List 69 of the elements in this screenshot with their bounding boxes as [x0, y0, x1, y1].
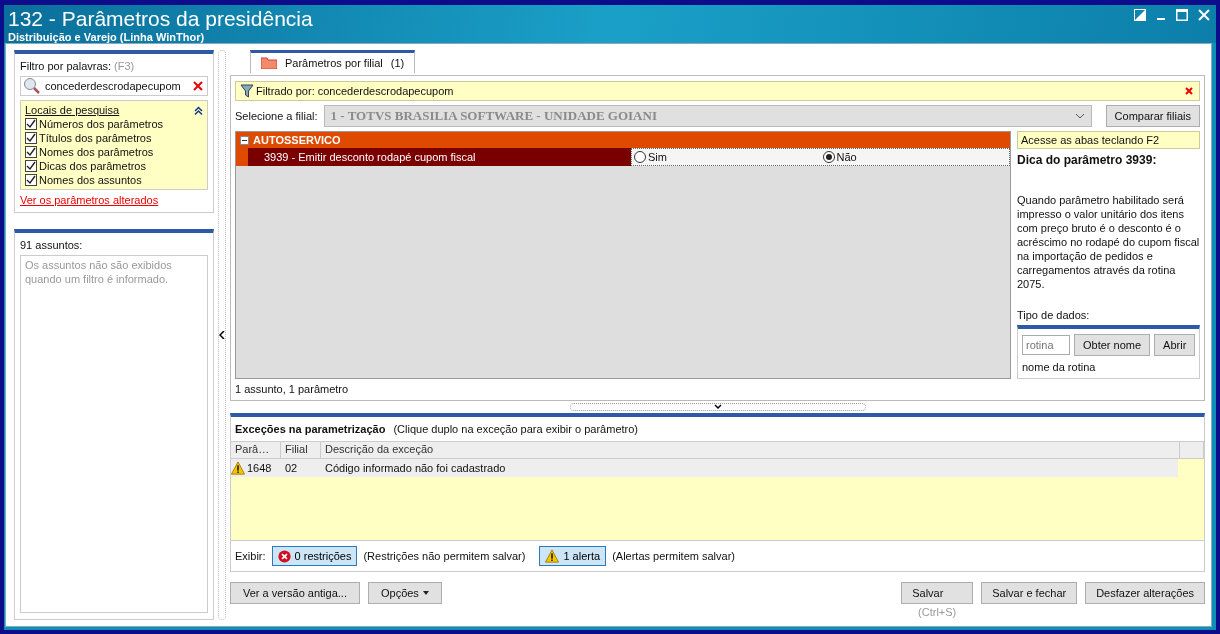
chevron-down-icon	[713, 404, 722, 410]
funnel-icon	[240, 84, 254, 98]
data-type-label: Tipo de dados:	[1017, 309, 1091, 321]
toggle-note: (Alertas permitem salvar)	[612, 550, 735, 562]
column-header[interactable]: Descrição da exceção	[321, 442, 1180, 458]
magnifier-icon	[23, 77, 41, 95]
subjects-count: 91 assuntos:	[20, 239, 84, 251]
clear-icon[interactable]	[193, 81, 203, 91]
table-cell: 02	[285, 462, 298, 474]
radio-option[interactable]: Sim	[632, 151, 669, 163]
chevron-left-icon	[219, 331, 225, 339]
warning-icon	[545, 549, 560, 563]
checkbox[interactable]	[25, 118, 37, 130]
tab[interactable]: Parâmetros por filial (1)	[250, 50, 416, 73]
routine-button[interactable]: Abrir	[1154, 334, 1196, 356]
shortcut-hint: (Ctrl+S)	[918, 606, 957, 618]
hint-title: Dica do parâmetro 3939:	[1017, 153, 1158, 167]
footer-button[interactable]: Salvar e fechar	[981, 582, 1078, 604]
shortcut-note: Acesse as abas teclando F2	[1017, 131, 1200, 149]
summary-text: 1 assunto, 1 parâmetro	[235, 383, 350, 395]
show-label: Exibir:	[235, 550, 266, 562]
options-menu-button[interactable]: Opções	[367, 582, 442, 604]
group-header[interactable]: AUTOSSERVICO	[236, 132, 1010, 148]
filter-toggle-button[interactable]: 1 alerta	[539, 546, 607, 566]
table-cell: 1648	[247, 462, 272, 474]
restore-layout-icon[interactable]	[1134, 9, 1146, 21]
changed-parameters-link[interactable]: Ver os parâmetros alterados	[20, 194, 208, 206]
locations-title: Locais de pesquisa	[25, 104, 120, 116]
checkbox[interactable]	[25, 174, 37, 186]
window-subtitle: Distribuição e Varejo (Linha WinThor)	[8, 31, 206, 43]
routine-button[interactable]: Obter nome	[1074, 334, 1151, 356]
close-icon[interactable]	[1185, 87, 1193, 95]
branch-label: Selecione a filial:	[235, 110, 318, 122]
collapse-icon[interactable]	[194, 105, 203, 115]
collapse-icon	[240, 135, 249, 145]
caret-icon	[422, 591, 429, 595]
maximize-icon[interactable]	[1176, 9, 1188, 21]
footer-button[interactable]: Salvar	[901, 582, 974, 604]
filter-text: Filtrado por: concederdescrodapecupom	[256, 85, 454, 97]
checkbox[interactable]	[25, 132, 37, 144]
checkbox[interactable]	[25, 160, 37, 172]
exceptions-title: Exceções na parametrização	[235, 423, 386, 435]
column-header[interactable]: Filial	[281, 442, 321, 458]
checkbox-label: Números dos parâmetros	[39, 118, 164, 130]
hint-text: Quando parâmetro habilitado será impresso o valor unitário dos itens com preço bruto é o desconto é o acréscimo no rodapé do cupom fiscal na importação de pedidos e carregamentos através da rotina 2075.	[1017, 193, 1200, 292]
shortcut-hint: (F3)	[114, 60, 135, 72]
warning-icon	[231, 461, 245, 475]
checkbox[interactable]	[25, 146, 37, 158]
filter-toggle-button[interactable]: 0 restrições	[271, 546, 358, 566]
table-cell: Código informado não foi cadastrado	[325, 462, 506, 474]
checkbox-label: Dicas dos parâmetros	[39, 160, 146, 172]
toggle-note: (Restrições não permitem salvar)	[363, 550, 526, 562]
folder-icon	[261, 57, 277, 69]
exceptions-hint: (Clique duplo na exceção para exibir o parâmetro)	[393, 423, 638, 435]
filter-label: Filtro por palavras:	[20, 60, 112, 72]
checkbox-label: Nomes dos parâmetros	[39, 146, 154, 158]
window-title: 132 - Parâmetros da presidência	[8, 7, 313, 31]
checkbox-label: Títulos dos parâmetros	[39, 132, 152, 144]
routine-field[interactable]: rotina	[1022, 335, 1070, 355]
subjects-message: Os assuntos não são exibidos quando um filtro é informado.	[25, 259, 172, 285]
checkbox-label: Nomes dos assuntos	[39, 174, 142, 186]
search-field[interactable]: concederdescrodapecupom	[20, 76, 208, 96]
footer-button[interactable]: Desfazer alterações	[1085, 582, 1205, 604]
routine-name: nome da rotina	[1022, 361, 1097, 373]
column-header[interactable]: Parâ…	[231, 442, 281, 458]
error-icon	[277, 549, 291, 563]
radio-option[interactable]: Não	[820, 151, 859, 163]
old-version-button[interactable]: Ver a versão antiga...	[230, 582, 360, 604]
parameter-name[interactable]: 3939 - Emitir desconto rodapé cupom fiscal	[248, 148, 631, 166]
